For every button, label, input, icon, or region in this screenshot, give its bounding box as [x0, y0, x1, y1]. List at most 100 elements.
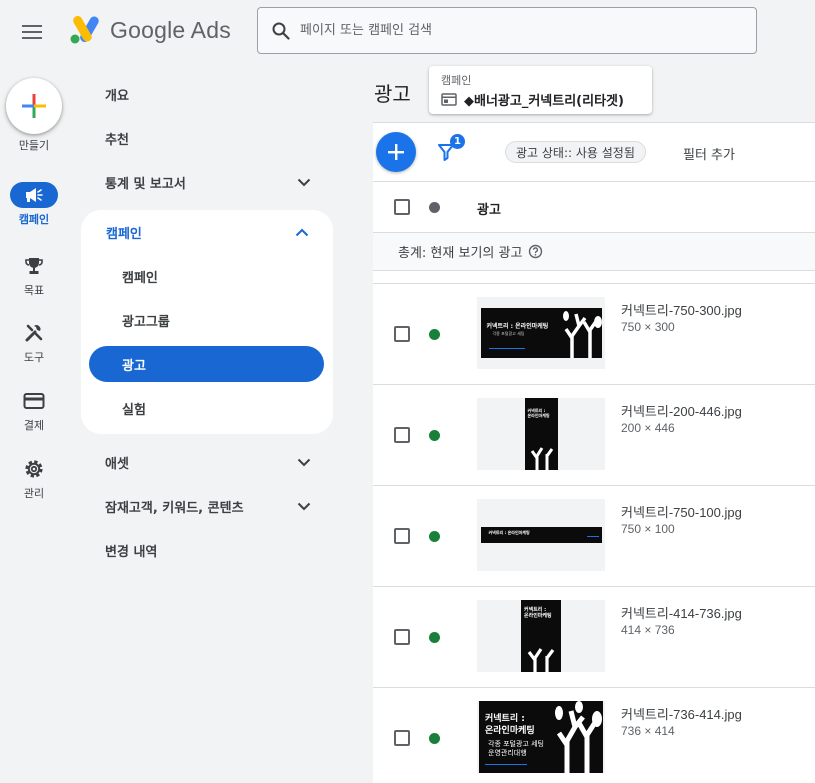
row-checkbox[interactable] [394, 528, 410, 544]
campaign-selector-value: ◆배너광고_커넥트리(리타겟) [464, 94, 624, 109]
row-checkbox[interactable] [394, 326, 410, 342]
banner-sub-line2: 운영관리대행 [488, 749, 527, 757]
display-campaign-icon [441, 93, 457, 106]
total-label: 총계: 현재 보기의 광고 [398, 246, 523, 261]
ad-size: 414 × 736 [621, 623, 675, 637]
campaign-selector[interactable]: 캠페인 ◆배너광고_커넥트리(리타겟) [429, 66, 652, 114]
search-input[interactable] [300, 23, 720, 38]
nav-sub-ad-groups[interactable]: 광고그룹 [81, 298, 333, 342]
table-header: 광고 [373, 181, 815, 233]
nav-item-recommendations[interactable]: 추천 [80, 116, 335, 160]
tree-illustration [527, 648, 555, 672]
nav-item-overview[interactable]: 개요 [80, 72, 335, 116]
rail-label: 결제 [23, 419, 45, 432]
banner-image: 커넥트리 : 온라인마케팅 [480, 527, 602, 543]
table-row[interactable]: 커넥트리 : 온라인마케팅 커넥트리-414-736.jpg 414 × 736 [373, 587, 815, 688]
chevron-down-icon [297, 458, 311, 466]
nav-item-audiences-keywords-content[interactable]: 잠재고객, 키워드, 콘텐츠 [80, 484, 335, 528]
ad-thumbnail[interactable]: 커넥트리 : 온라인마케팅 각종 포털광고 세팅 운영관리대행 [477, 701, 605, 773]
rail-label: 관리 [23, 487, 45, 500]
status-enabled-dot [429, 430, 440, 441]
chevron-up-icon [295, 228, 309, 236]
main-menu-button[interactable] [18, 18, 46, 46]
ad-size: 200 × 446 [621, 421, 675, 435]
tools-icon [25, 324, 43, 342]
add-filter-button[interactable]: 필터 추가 [683, 144, 735, 163]
tree-illustration [530, 447, 553, 470]
table-row[interactable]: 커넥트리 : 온라인마케팅 커넥트리-750-100.jpg 750 × 100 [373, 486, 815, 587]
ad-name[interactable]: 커넥트리-750-300.jpg [621, 300, 742, 319]
rail-item-goals[interactable]: 목표 [0, 253, 68, 298]
table-toolbar: 1 광고 상태:: 사용 설정됨 필터 추가 [373, 123, 815, 181]
ad-name[interactable]: 커넥트리-414-736.jpg [621, 603, 742, 622]
tree-illustration [562, 311, 602, 358]
ad-thumbnail[interactable]: 커넥트리 : 온라인마케팅 [477, 499, 605, 571]
campaign-selector-label: 캠페인 [441, 74, 472, 87]
status-filter-chip[interactable]: 광고 상태:: 사용 설정됨 [505, 141, 646, 163]
nav-sub-experiments[interactable]: 실험 [81, 386, 333, 430]
nav-item-assets[interactable]: 애셋 [80, 440, 335, 484]
add-ad-button[interactable] [376, 132, 416, 172]
nav-item-label: 변경 내역 [105, 544, 158, 560]
top-bar: Google Ads [0, 0, 815, 64]
google-ads-logo[interactable]: Google Ads [70, 16, 231, 44]
banner-headline: 커넥트리 : 온라인마케팅 [488, 530, 530, 535]
ad-name[interactable]: 커넥트리-750-100.jpg [621, 502, 742, 521]
nav-item-label: 애셋 [105, 456, 129, 472]
banner-headline-line2: 온라인마케팅 [527, 413, 550, 418]
nav-item-label: 잠재고객, 키워드, 콘텐츠 [105, 500, 244, 516]
table-row[interactable]: 커넥트리 : 온라인마케팅 각종 포털광고 세팅 커넥트리-750-300.jp… [373, 284, 815, 385]
ads-table-panel: 1 광고 상태:: 사용 설정됨 필터 추가 광고 총계: 현재 보기의 광고 … [373, 122, 815, 783]
plus-multicolor-icon [22, 94, 46, 118]
nav-sub-ads[interactable]: 광고 [89, 346, 324, 382]
campaign-nav-group: 캠페인 캠페인 광고그룹 광고 실험 [81, 210, 333, 434]
banner-headline-line2: 온라인마케팅 [485, 726, 535, 736]
row-checkbox[interactable] [394, 427, 410, 443]
ad-size: 736 × 414 [621, 724, 675, 738]
banner-headline-line2: 온라인마케팅 [524, 613, 552, 619]
nav-item-change-history[interactable]: 변경 내역 [80, 528, 335, 572]
help-icon[interactable] [528, 244, 543, 259]
ad-name[interactable]: 커넥트리-200-446.jpg [621, 401, 742, 420]
ad-thumbnail[interactable]: 커넥트리 : 온라인마케팅 [477, 398, 605, 470]
banner-image: 커넥트리 : 온라인마케팅 각종 포털광고 세팅 운영관리대행 [479, 701, 603, 773]
credit-card-icon [23, 393, 45, 409]
rail-item-campaigns[interactable]: 캠페인 [0, 182, 68, 227]
rail-item-tools[interactable]: 도구 [0, 320, 68, 365]
table-row[interactable]: 커넥트리 : 온라인마케팅 각종 포털광고 세팅 운영관리대행 커넥트리-736… [373, 688, 815, 783]
column-header-ad[interactable]: 광고 [477, 199, 501, 218]
total-row: 총계: 현재 보기의 광고 [373, 233, 815, 271]
row-checkbox[interactable] [394, 629, 410, 645]
chevron-down-icon [297, 502, 311, 510]
megaphone-icon [26, 188, 43, 202]
create-button[interactable] [6, 78, 62, 134]
hamburger-icon [22, 25, 42, 27]
nav-item-insights-reports[interactable]: 통계 및 보고서 [80, 160, 335, 204]
filter-button[interactable]: 1 [438, 134, 465, 165]
status-column-icon [429, 202, 440, 213]
nav-item-label: 통계 및 보고서 [105, 176, 186, 192]
banner-image: 커넥트리 : 온라인마케팅 각종 포털광고 세팅 [480, 308, 602, 358]
rail-item-billing[interactable]: 결제 [0, 388, 68, 433]
rail-label: 캠페인 [18, 213, 50, 226]
secondary-nav: 개요 추천 통계 및 보고서 캠페인 캠페인 광고그룹 광고 실험 애셋 잠재고… [80, 72, 335, 572]
ad-thumbnail[interactable]: 커넥트리 : 온라인마케팅 [477, 600, 605, 672]
nav-item-label: 캠페인 [106, 226, 142, 242]
rail-label: 목표 [23, 284, 45, 297]
ad-thumbnail[interactable]: 커넥트리 : 온라인마케팅 각종 포털광고 세팅 [477, 297, 605, 369]
left-rail: 만들기 캠페인 목표 도구 결제 관리 [0, 64, 68, 783]
table-spacer [373, 271, 815, 284]
gear-icon [25, 460, 43, 478]
search-box[interactable] [257, 7, 757, 54]
nav-item-campaigns-group[interactable]: 캠페인 [81, 210, 333, 254]
create-label: 만들기 [18, 139, 50, 152]
page-title: 광고 [374, 82, 411, 106]
rail-item-admin[interactable]: 관리 [0, 456, 68, 501]
select-all-checkbox[interactable] [394, 199, 410, 215]
table-row[interactable]: 커넥트리 : 온라인마케팅 커넥트리-200-446.jpg 200 × 446 [373, 385, 815, 486]
row-checkbox[interactable] [394, 730, 410, 746]
banner-image: 커넥트리 : 온라인마케팅 [524, 398, 558, 470]
nav-sub-campaigns[interactable]: 캠페인 [81, 254, 333, 298]
ad-name[interactable]: 커넥트리-736-414.jpg [621, 704, 742, 723]
trophy-icon [25, 258, 43, 274]
